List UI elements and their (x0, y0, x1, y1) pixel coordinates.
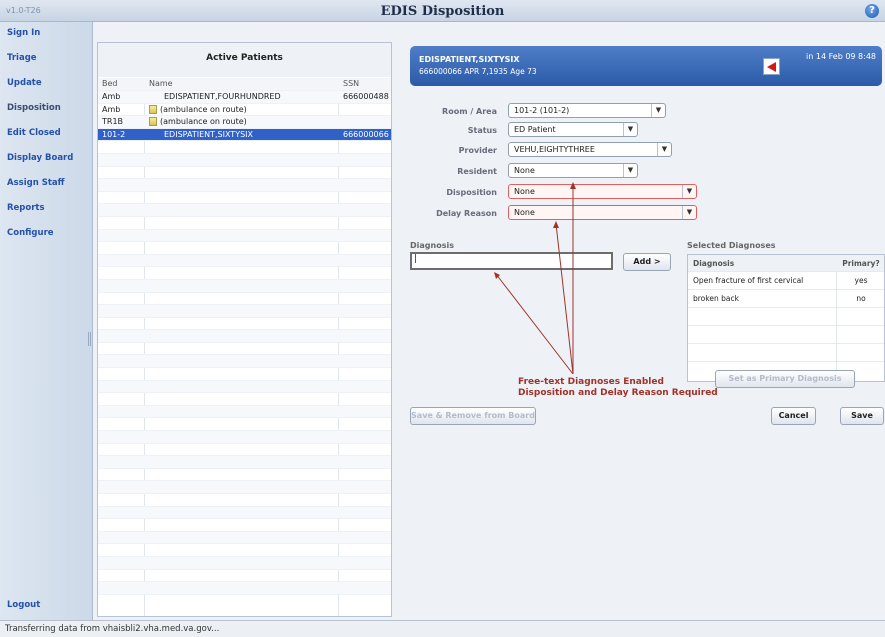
edis-window: v1.0-T26 EDIS Disposition ? Sign In Tria… (0, 0, 885, 620)
logout-link[interactable]: Logout (7, 600, 40, 610)
empty-table-row (98, 153, 391, 167)
empty-table-row (98, 481, 391, 494)
empty-table-row (98, 229, 391, 243)
empty-table-row (98, 380, 391, 394)
document-icon (149, 104, 157, 114)
empty-table-row (98, 305, 391, 318)
arrowhead (553, 221, 559, 228)
sidebar-item-assign-staff[interactable]: Assign Staff (7, 178, 65, 188)
arrow-line (555, 223, 574, 375)
empty-table-row (98, 204, 391, 217)
column-header-ssn[interactable]: SSN (343, 79, 359, 88)
sidebar-item-sign-in[interactable]: Sign In (7, 28, 40, 38)
empty-table-row (98, 393, 391, 406)
sidebar-splitter-handle[interactable] (88, 332, 91, 346)
empty-table-row (98, 418, 391, 432)
empty-table-row (98, 368, 391, 381)
patient-name: EDISPATIENT,FOURHUNDRED (164, 92, 281, 101)
patient-name: (ambulance on route) (160, 117, 247, 127)
sidebar-item-configure[interactable]: Configure (7, 228, 54, 238)
empty-table-row (98, 531, 391, 545)
patient-name: EDISPATIENT,SIXTYSIX (164, 129, 253, 139)
empty-table-row (98, 431, 391, 444)
sidebar-item-display-board[interactable]: Display Board (7, 153, 73, 163)
empty-table-row (98, 444, 391, 457)
empty-table-row (98, 267, 391, 280)
empty-table-row (98, 570, 391, 583)
empty-rows (98, 141, 391, 595)
patient-row[interactable]: TR1B (ambulance on route) (98, 116, 391, 129)
document-icon (149, 117, 157, 127)
empty-table-row (98, 141, 391, 154)
empty-table-row (98, 494, 391, 507)
empty-table-row (98, 167, 391, 180)
sidebar-item-triage[interactable]: Triage (7, 53, 37, 63)
save-button[interactable]: Save (840, 407, 884, 425)
annotation-arrows (494, 182, 576, 375)
patient-bed: 101-2 (102, 129, 126, 139)
empty-table-row (98, 519, 391, 532)
patient-name: (ambulance on route) (160, 104, 247, 114)
empty-table-row (98, 544, 391, 557)
empty-table-row (98, 279, 391, 293)
save-remove-from-board-button[interactable]: Save & Remove from Board (410, 407, 536, 425)
patient-ssn: 666000066 (343, 129, 389, 139)
empty-table-row (98, 217, 391, 230)
help-icon[interactable]: ? (865, 4, 879, 18)
patient-ssn: 666000488 (343, 92, 389, 101)
sidebar-item-edit-closed[interactable]: Edit Closed (7, 128, 61, 138)
patients-table-header: Bed Name SSN (98, 78, 391, 91)
active-patients-title: Active Patients (98, 43, 391, 77)
empty-table-row (98, 469, 391, 482)
annotation-line-1: Free-text Diagnoses Enabled (518, 377, 664, 387)
empty-table-row (98, 582, 391, 595)
patient-row[interactable]: Amb EDISPATIENT,FOURHUNDRED 666000488 (98, 91, 391, 104)
column-header-name[interactable]: Name (149, 79, 173, 88)
empty-table-row (98, 192, 391, 205)
status-text: Transferring data from vhaisbli2.vha.med… (5, 624, 220, 634)
window-title: EDIS Disposition (380, 4, 505, 19)
empty-table-row (98, 556, 391, 570)
empty-table-row (98, 456, 391, 469)
empty-table-row (98, 293, 391, 306)
patient-bed: Amb (102, 92, 121, 101)
patient-row-selected[interactable]: 101-2 EDISPATIENT,SIXTYSIX 666000066 (98, 128, 391, 142)
disposition-panel: EDISPATIENT,SIXTYSIX 666000066 APR 7,193… (401, 42, 885, 617)
patient-bed: TR1B (102, 117, 124, 127)
status-bar: Transferring data from vhaisbli2.vha.med… (0, 620, 885, 637)
empty-table-row (98, 254, 391, 268)
patient-name-cell: (ambulance on route) (149, 104, 247, 114)
sidebar-item-reports[interactable]: Reports (7, 203, 45, 213)
patient-name-cell: (ambulance on route) (149, 117, 247, 127)
empty-table-row (98, 318, 391, 331)
arrowhead (570, 182, 576, 189)
sidebar-item-update[interactable]: Update (7, 78, 42, 88)
empty-table-row (98, 343, 391, 356)
empty-table-row (98, 506, 391, 520)
cancel-button[interactable]: Cancel (771, 407, 816, 425)
annotation-line-2: Disposition and Delay Reason Required (518, 388, 718, 398)
sidebar-item-disposition[interactable]: Disposition (7, 103, 61, 113)
patient-row[interactable]: Amb (ambulance on route) (98, 104, 391, 117)
active-patients-panel: Active Patients Bed Name SSN Amb EDISPAT… (97, 42, 392, 617)
patients-table: Bed Name SSN Amb EDISPATIENT,FOURHUNDRED… (98, 78, 391, 595)
patient-bed: Amb (102, 104, 121, 114)
column-header-bed[interactable]: Bed (102, 79, 118, 88)
empty-table-row (98, 179, 391, 192)
empty-table-row (98, 405, 391, 419)
title-bar: v1.0-T26 EDIS Disposition ? (0, 0, 885, 22)
empty-table-row (98, 242, 391, 255)
arrow-line (495, 273, 574, 375)
empty-table-row (98, 330, 391, 343)
empty-table-row (98, 355, 391, 369)
sidebar: Sign In Triage Update Disposition Edit C… (0, 22, 93, 620)
